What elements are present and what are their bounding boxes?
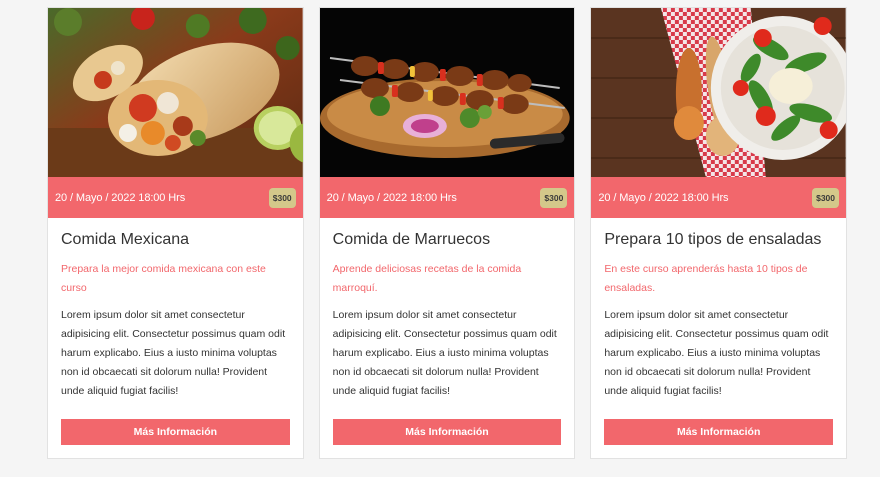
course-date: 20 / Mayo / 2022 18:00 Hrs <box>598 191 729 204</box>
course-card-body: Prepara 10 tipos de ensaladas En este cu… <box>591 218 846 401</box>
course-subtitle: En este curso aprenderás hasta 10 tipos … <box>604 263 808 294</box>
price-badge: $300 <box>268 187 296 208</box>
course-date: 20 / Mayo / 2022 18:00 Hrs <box>55 191 186 204</box>
more-info-button[interactable]: Más Información <box>61 419 290 445</box>
course-card-body: Comida de Marruecos Aprende deliciosas r… <box>320 218 575 401</box>
course-description: Lorem ipsum dolor sit amet consectetur a… <box>61 309 286 397</box>
more-info-button[interactable]: Más Información <box>604 419 834 445</box>
course-image-burrito <box>48 8 303 177</box>
course-meta-bar: 20 / Mayo / 2022 18:00 Hrs $300 <box>319 177 575 218</box>
more-info-button[interactable]: Más Información <box>332 419 562 445</box>
course-subtitle: Aprende deliciosas recetas de la comida … <box>332 263 522 294</box>
course-card-list: 20 / Mayo / 2022 18:00 Hrs $300 Comida M… <box>47 7 848 459</box>
course-card: 20 / Mayo / 2022 18:00 Hrs $300 Comida M… <box>47 7 304 459</box>
course-card-body: Comida Mexicana Prepara la mejor comida … <box>48 218 303 401</box>
course-card: 20 / Mayo / 2022 18:00 Hrs $300 Comida d… <box>318 7 576 459</box>
course-title: Prepara 10 tipos de ensaladas <box>604 231 822 248</box>
course-image-kebab <box>319 8 575 177</box>
course-description: Lorem ipsum dolor sit amet consectetur a… <box>332 309 557 397</box>
course-image-salad <box>591 8 847 177</box>
course-subtitle: Prepara la mejor comida mexicana con est… <box>61 263 266 294</box>
course-meta-bar: 20 / Mayo / 2022 18:00 Hrs $300 <box>48 177 303 218</box>
price-badge: $300 <box>540 187 568 208</box>
course-title: Comida de Marruecos <box>332 231 491 248</box>
course-meta-bar: 20 / Mayo / 2022 18:00 Hrs $300 <box>591 177 847 218</box>
course-description: Lorem ipsum dolor sit amet consectetur a… <box>604 309 829 397</box>
course-date: 20 / Mayo / 2022 18:00 Hrs <box>326 191 457 204</box>
course-card: 20 / Mayo / 2022 18:00 Hrs $300 Prepara … <box>590 7 848 459</box>
price-badge: $300 <box>812 187 840 208</box>
course-title: Comida Mexicana <box>61 231 190 248</box>
